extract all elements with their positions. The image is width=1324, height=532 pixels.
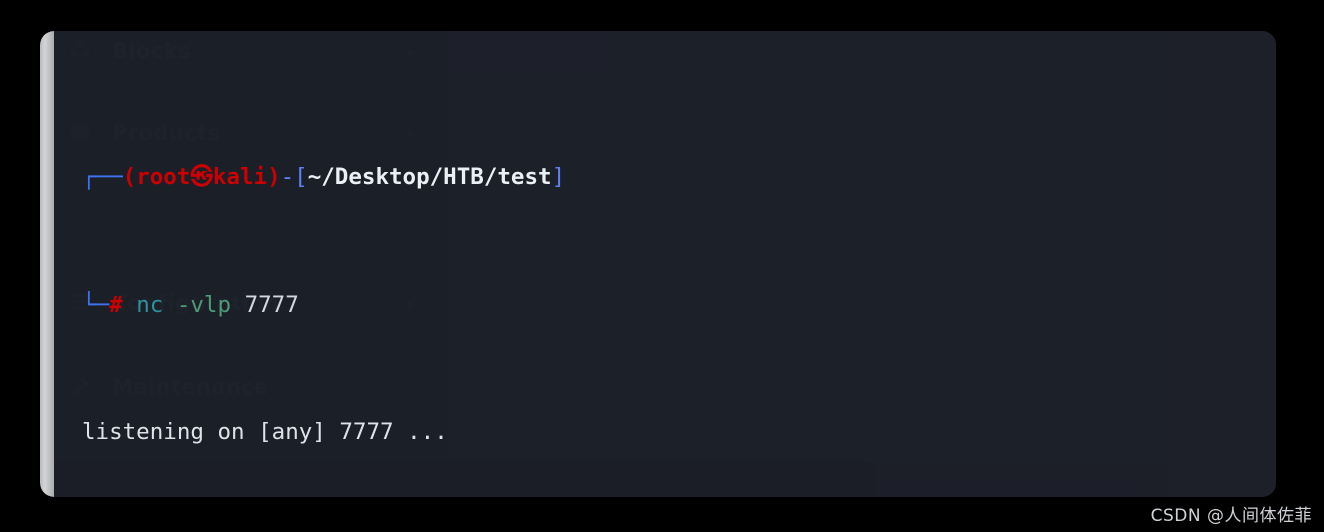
box-corner-top: ┌── xyxy=(82,164,123,191)
prompt-paren-close: ) xyxy=(267,164,281,191)
prompt-line-top: ┌──(root㉿kali)-[~/Desktop/HTB/test] xyxy=(82,162,1276,194)
prompt-user: root xyxy=(136,164,191,191)
prompt-bracket-open: [ xyxy=(294,164,308,191)
command-port: 7777 xyxy=(244,291,299,318)
prompt-host: kali xyxy=(212,164,268,191)
command-line: └─# nc -vlp 7777 xyxy=(82,290,1276,322)
csdn-watermark: CSDN @人间体佐菲 xyxy=(1150,506,1312,526)
terminal-window[interactable]: ┌──(root㉿kali)-[~/Desktop/HTB/test] └─# … xyxy=(40,31,1276,497)
screenshot-root: Blocks ▸ Products ▸ Configuration ▸ Main… xyxy=(0,0,1324,532)
terminal-scrollbar[interactable] xyxy=(40,31,54,497)
box-corner-bottom: └─ xyxy=(82,291,110,318)
terminal-body[interactable]: ┌──(root㉿kali)-[~/Desktop/HTB/test] └─# … xyxy=(54,31,1276,497)
prompt-path: ~/Desktop/HTB/test xyxy=(307,164,552,191)
command-program: nc xyxy=(136,291,164,318)
prompt-bracket-close: ] xyxy=(551,164,566,191)
command-flags: -vlp xyxy=(176,291,232,318)
output-line-listening: listening on [any] 7777 ... xyxy=(82,418,448,445)
prompt-dash: - xyxy=(280,164,295,191)
prompt-hash: # xyxy=(109,291,123,318)
at-symbol-icon: ㉿ xyxy=(190,164,213,191)
terminal-output-area: ┌──(root㉿kali)-[~/Desktop/HTB/test] └─# … xyxy=(82,67,1276,497)
prompt-paren-open: ( xyxy=(122,164,137,191)
